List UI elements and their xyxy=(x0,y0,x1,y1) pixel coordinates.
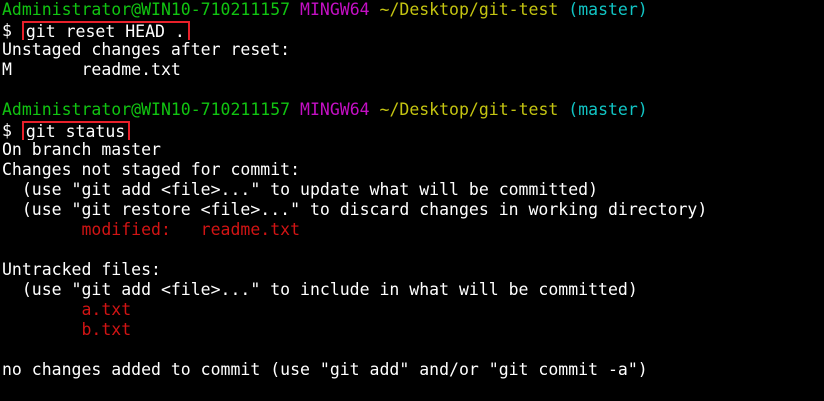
prompt-line: Administrator@WIN10-710211157 MINGW64 ~/… xyxy=(2,0,824,20)
untracked-file: a.txt xyxy=(2,300,132,319)
output-footer: no changes added to commit (use "git add… xyxy=(2,360,648,379)
prompt-branch: (master) xyxy=(568,0,648,19)
status-file: readme.txt xyxy=(81,60,181,79)
output-not-staged-header: Changes not staged for commit: xyxy=(2,160,301,179)
output-untracked-header: Untracked files: xyxy=(2,260,161,279)
prompt-branch: (master) xyxy=(568,100,648,119)
highlighted-command-status: git status xyxy=(21,121,131,140)
prompt-path: ~/Desktop/git-test xyxy=(379,100,559,119)
prompt-path: ~/Desktop/git-test xyxy=(379,0,559,19)
prompt-user-host: Administrator@WIN10-710211157 xyxy=(2,100,291,119)
prompt-line: Administrator@WIN10-710211157 MINGW64 ~/… xyxy=(2,100,824,120)
output-modified-file: modified: readme.txt xyxy=(2,220,301,239)
highlighted-command-reset: git reset HEAD . xyxy=(21,21,190,40)
command-line: $ git status xyxy=(2,120,824,140)
terminal-window[interactable]: Administrator@WIN10-710211157 MINGW64 ~/… xyxy=(2,0,824,380)
status-code: M xyxy=(2,60,12,79)
output-unstaged-header: Unstaged changes after reset: xyxy=(2,40,291,59)
untracked-file: b.txt xyxy=(2,320,132,339)
prompt-symbol: $ xyxy=(2,21,12,40)
prompt-user-host: Administrator@WIN10-710211157 xyxy=(2,0,291,19)
output-hint-restore: (use "git restore <file>..." to discard … xyxy=(2,200,708,219)
prompt-symbol: $ xyxy=(2,121,12,140)
output-hint-add: (use "git add <file>..." to update what … xyxy=(2,180,599,199)
prompt-system: MINGW64 xyxy=(300,100,370,119)
prompt-system: MINGW64 xyxy=(300,0,370,19)
command-line: $ git reset HEAD . xyxy=(2,20,824,40)
output-hint-include: (use "git add <file>..." to include in w… xyxy=(2,280,638,299)
output-status-entry: M readme.txt xyxy=(2,60,824,80)
output-on-branch: On branch master xyxy=(2,140,161,159)
